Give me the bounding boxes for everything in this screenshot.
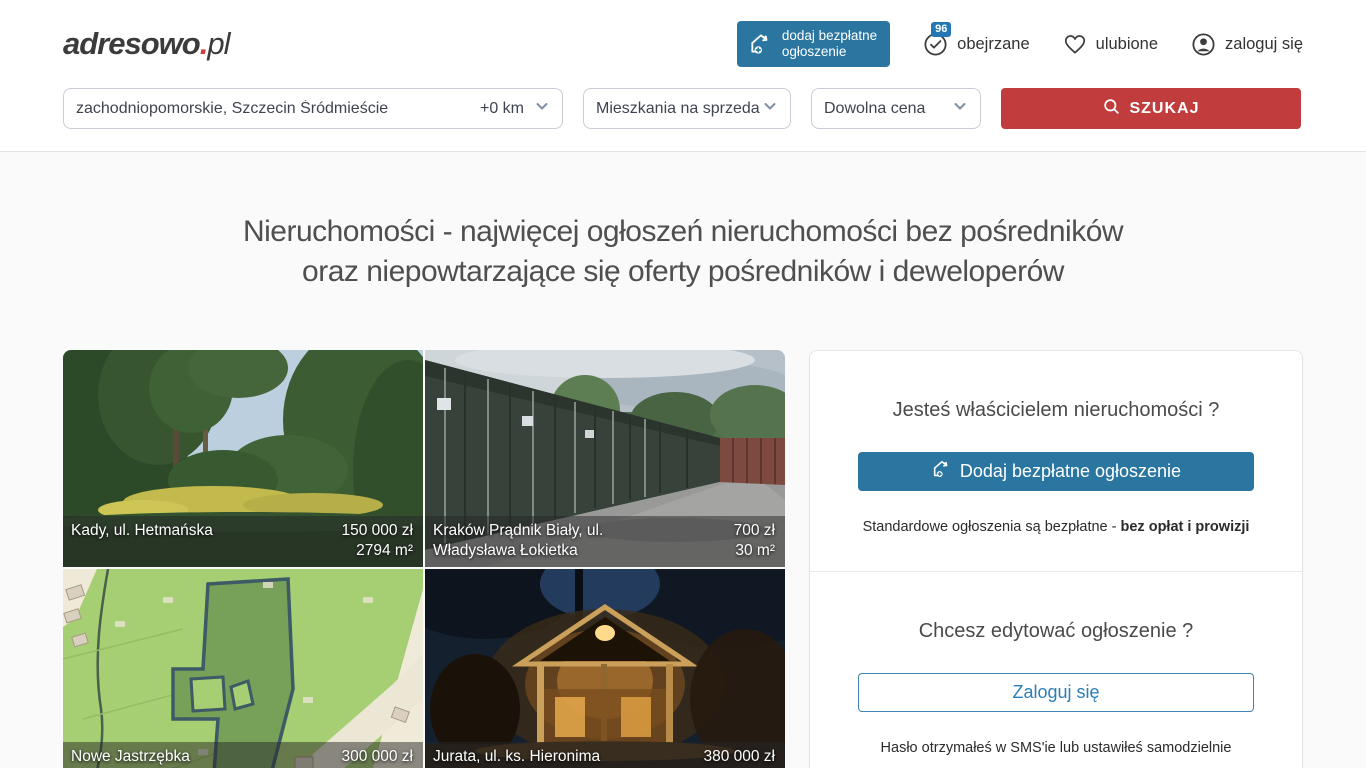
category-value: Mieszkania na sprzeda	[596, 100, 762, 118]
add-listing-label-line2: ogłoszenie	[782, 44, 847, 59]
logo[interactable]: adresowo.pl	[63, 26, 229, 62]
owner-note-regular: Standardowe ogłoszenia są bezpłatne -	[863, 519, 1121, 535]
viewed-count-badge: 96	[931, 22, 951, 37]
sidebar-login-button[interactable]: Zaloguj się	[858, 673, 1254, 712]
price-select[interactable]: Dowolna cena	[811, 88, 981, 129]
edit-section: Chcesz edytować ogłoszenie ? Zaloguj się…	[810, 572, 1302, 768]
listings-grid: Kady, ul. Hetmańska 150 000 zł 2794 m²	[63, 350, 785, 768]
search-icon	[1102, 97, 1121, 121]
owner-note: Standardowe ogłoszenia są bezpłatne - be…	[858, 519, 1254, 535]
search-button-label: SZUKAJ	[1129, 100, 1199, 118]
search-button[interactable]: SZUKAJ	[1001, 88, 1301, 129]
listing-card[interactable]: Kady, ul. Hetmańska 150 000 zł 2794 m²	[63, 350, 423, 567]
heart-icon	[1062, 31, 1088, 57]
listing-price: 300 000 zł	[341, 748, 413, 765]
listing-card[interactable]: Kraków Prądnik Biały, ul. Władysława Łok…	[425, 350, 785, 567]
page-title-line1: Nieruchomości - najwięcej ogłoszeń nieru…	[243, 215, 1123, 248]
listing-caption: Jurata, ul. ks. Hieronima 380 000 zł	[425, 742, 785, 768]
listing-caption: Nowe Jastrzębka 300 000 zł	[63, 742, 423, 768]
add-free-listing-button[interactable]: Dodaj bezpłatne ogłoszenie	[858, 452, 1254, 491]
edit-section-title: Chcesz edytować ogłoszenie ?	[858, 620, 1254, 643]
chevron-down-icon[interactable]	[534, 98, 550, 119]
page-title: Nieruchomości - najwięcej ogłoszeń nieru…	[0, 212, 1366, 292]
listing-name: Kady, ul. Hetmańska	[71, 521, 213, 561]
listing-card[interactable]: Jurata, ul. ks. Hieronima 380 000 zł	[425, 569, 785, 768]
viewed-link[interactable]: 96 obejrzane	[922, 31, 1029, 58]
house-plus-icon	[748, 31, 774, 57]
house-plus-icon	[931, 458, 953, 485]
listing-price: 700 zł	[734, 522, 775, 539]
location-input[interactable]: zachodniopomorskie, Szczecin Śródmieście…	[63, 88, 563, 129]
listing-caption: Kraków Prądnik Biały, ul. Władysława Łok…	[425, 516, 785, 567]
add-listing-button[interactable]: dodaj bezpłatne ogłoszenie	[737, 21, 890, 66]
favorites-label: ulubione	[1096, 35, 1158, 54]
owner-note-bold: bez opłat i prowizji	[1121, 519, 1250, 535]
favorites-link[interactable]: ulubione	[1062, 31, 1158, 57]
header: adresowo.pl dodaj bezpłatne ogłoszenie	[0, 0, 1366, 152]
edit-note: Hasło otrzymałeś w SMS'ie lub ustawiłeś …	[858, 740, 1254, 756]
add-free-listing-label: Dodaj bezpłatne ogłoszenie	[960, 461, 1181, 482]
viewed-label: obejrzane	[957, 35, 1029, 54]
page-title-line2: oraz niepowtarzające się oferty pośredni…	[302, 255, 1064, 288]
check-circle-icon: 96	[922, 31, 949, 58]
listing-price: 150 000 zł	[341, 522, 413, 539]
search-bar: zachodniopomorskie, Szczecin Śródmieście…	[63, 88, 1303, 151]
chevron-down-icon	[762, 98, 778, 119]
logo-tld: pl	[207, 26, 229, 61]
login-link[interactable]: zaloguj się	[1190, 31, 1303, 58]
main-content: Kady, ul. Hetmańska 150 000 zł 2794 m²	[63, 350, 1303, 768]
price-value: Dowolna cena	[824, 100, 952, 118]
add-listing-label-line1: dodaj bezpłatne	[782, 28, 877, 43]
owner-section: Jesteś właścicielem nieruchomości ? Doda…	[810, 351, 1302, 571]
owner-section-title: Jesteś właścicielem nieruchomości ?	[858, 399, 1254, 422]
chevron-down-icon	[952, 98, 968, 119]
listing-area: 30 m²	[735, 542, 775, 559]
login-label: zaloguj się	[1225, 35, 1303, 54]
listing-name: Jurata, ul. ks. Hieronima	[433, 747, 600, 768]
listing-area: 2794 m²	[356, 542, 413, 559]
cadastral-map-image	[63, 569, 423, 768]
category-select[interactable]: Mieszkania na sprzeda	[583, 88, 791, 129]
user-circle-icon	[1190, 31, 1217, 58]
listing-caption: Kady, ul. Hetmańska 150 000 zł 2794 m²	[63, 516, 423, 567]
owner-panel: Jesteś właścicielem nieruchomości ? Doda…	[809, 350, 1303, 768]
logo-brand: adresowo	[63, 26, 200, 61]
night-gazebo-photo	[425, 569, 785, 768]
location-value: zachodniopomorskie, Szczecin Śródmieście	[76, 100, 480, 118]
radius-select[interactable]: +0 km	[480, 100, 524, 118]
listing-card[interactable]: Nowe Jastrzębka 300 000 zł	[63, 569, 423, 768]
listing-name: Nowe Jastrzębka	[71, 747, 190, 768]
listing-price: 380 000 zł	[703, 748, 775, 765]
listing-name: Kraków Prądnik Biały, ul. Władysława Łok…	[433, 521, 645, 561]
